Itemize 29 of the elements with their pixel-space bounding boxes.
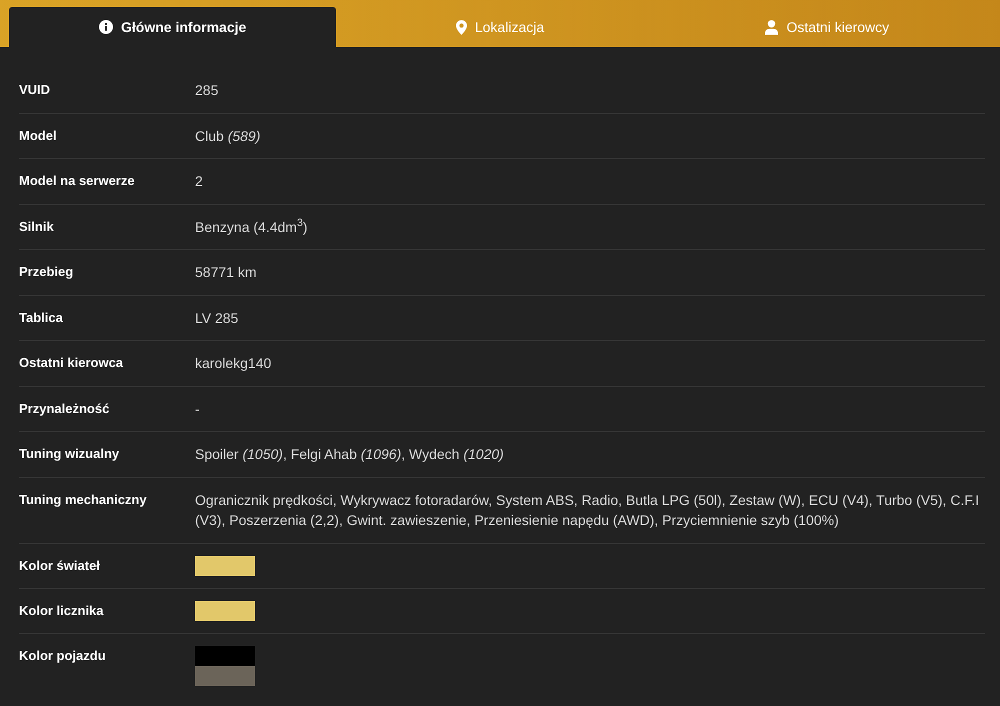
field-label: Tablica [19, 310, 63, 324]
field-label: Model [19, 128, 57, 142]
field-value: 58771 km [195, 264, 256, 280]
user-icon [765, 20, 778, 34]
field-label: Tuning mechaniczny [19, 492, 147, 506]
field-value: 285 [195, 82, 218, 98]
map-pin-icon [456, 20, 467, 34]
field-label: Ostatni kierowca [19, 355, 124, 370]
field-label: Tuning wizualny [19, 446, 120, 461]
tab[interactable]: Lokalizacja [336, 7, 664, 47]
field-value: Ogranicznik prędkości, Wykrywacz fotoradarów, System ABS, Radio, Butla LPG (50l), Zestaw (W), ECU (V4), Turbo (V5), C.F.I (V3), Poszerzenia (2,2), Gwint. zawieszenie, Przeniesienie napędu (AWD), Przyciemnienie szyb (100%) [195, 492, 980, 528]
field-value: Spoiler (1050), Felgi Ahab (1096), Wydech (1020) [195, 446, 504, 462]
field-label: Kolor licznika [19, 602, 104, 618]
field-label: Przynależność [19, 400, 110, 416]
field-label: Kolor świateł [19, 558, 100, 572]
field-label: Model na serwerze [19, 173, 135, 188]
field-label: Przebieg [19, 264, 74, 279]
field-value: Club (589) [195, 128, 260, 144]
field-value: Benzyna (4.4dm$^{3}$) [195, 218, 308, 234]
field-label: VUID [19, 82, 50, 97]
tab[interactable]: Główne informacje [9, 7, 336, 47]
field-label: Silnik [19, 218, 54, 234]
field-label: Kolor pojazdu [19, 648, 106, 662]
field-value: - [195, 400, 200, 416]
field-value: LV 285 [195, 310, 238, 326]
info-icon [99, 20, 114, 34]
field-value: 2 [195, 173, 203, 189]
tab[interactable]: Ostatni kierowcy [664, 7, 991, 47]
field-value: karolekg140 [195, 355, 272, 371]
